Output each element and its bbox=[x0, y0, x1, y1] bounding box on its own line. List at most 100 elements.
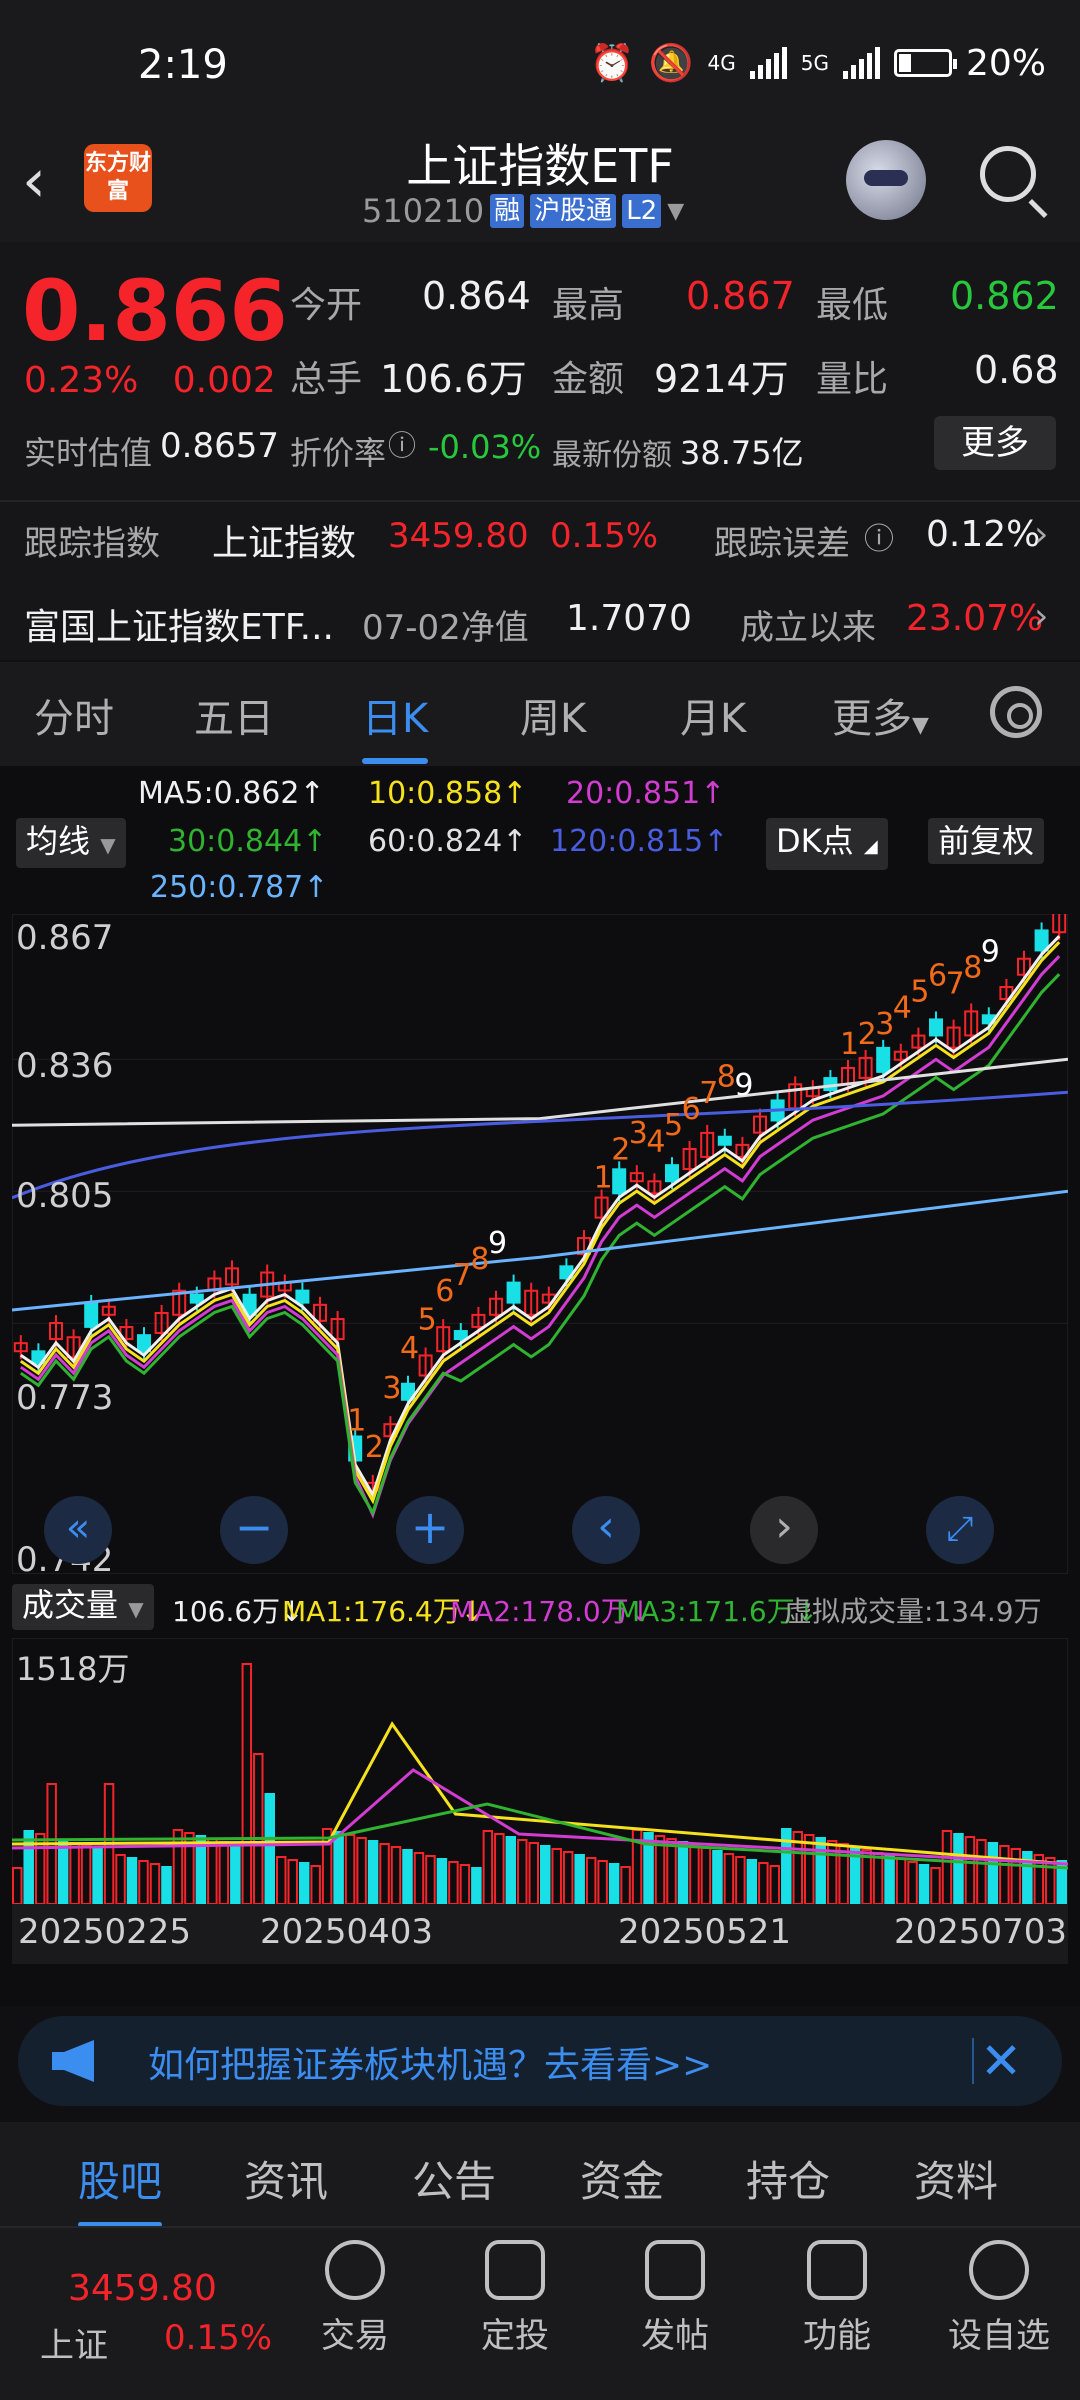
ma20-legend: 20:0.851↑ bbox=[566, 776, 726, 811]
kline-chart-area: MA5:0.862↑ 10:0.858↑ 20:0.851↑ 均线 ▼ 30:0… bbox=[0, 766, 1080, 2006]
tab-capital[interactable]: 资金 bbox=[580, 2148, 664, 2209]
scroll-to-start-button[interactable]: « bbox=[44, 1496, 112, 1564]
last-price: 0.866 bbox=[22, 262, 288, 360]
search-icon[interactable] bbox=[980, 146, 1036, 202]
volume-bar bbox=[746, 1859, 758, 1904]
indicator-selector[interactable]: 成交量 ▼ bbox=[12, 1584, 154, 1630]
volume-bar bbox=[230, 1844, 241, 1904]
trade-button[interactable]: 交易 bbox=[290, 2240, 420, 2357]
tab-daily-k[interactable]: 日K bbox=[362, 686, 429, 764]
open-label: 今开 bbox=[290, 285, 363, 326]
td-marker: 2 bbox=[611, 1132, 630, 1167]
tab-news[interactable]: 资讯 bbox=[244, 2148, 328, 2209]
volume-bar bbox=[367, 1840, 379, 1904]
invest-plan-label: 定投 bbox=[481, 2316, 549, 2356]
volume-bar bbox=[574, 1854, 585, 1904]
chevron-right-icon-2: › bbox=[1034, 596, 1049, 637]
candle-body bbox=[717, 1135, 732, 1146]
assistant-robot-icon[interactable] bbox=[846, 140, 926, 220]
tracking-index-name: 上证指数 bbox=[212, 523, 357, 564]
tab-five-day[interactable]: 五日 bbox=[194, 686, 274, 744]
nav-date-label: 07-02净值 bbox=[362, 608, 529, 648]
index-ticker-percent: 0.15% bbox=[164, 2318, 273, 2358]
adjust-button[interactable]: 前复权 bbox=[928, 818, 1045, 864]
zoom-out-button[interactable]: − bbox=[220, 1496, 288, 1564]
high-label: 最高 bbox=[552, 285, 625, 326]
td-marker: 6 bbox=[928, 958, 947, 993]
tab-monthly-k[interactable]: 月K bbox=[680, 686, 746, 744]
promo-banner[interactable]: 如何把握证券板块机遇？去看看>> ✕ bbox=[18, 2016, 1062, 2106]
banner-divider bbox=[972, 2038, 974, 2084]
dk-point-button[interactable]: DK点 ◢ bbox=[766, 818, 888, 870]
tab-holdings[interactable]: 持仓 bbox=[746, 2148, 830, 2209]
candle-body bbox=[1034, 929, 1049, 952]
volume-bar bbox=[23, 1830, 34, 1904]
fullscreen-button[interactable]: ⤢ bbox=[926, 1496, 994, 1564]
since-inception-value: 23.07% bbox=[906, 598, 1044, 639]
td-marker: 8 bbox=[963, 950, 982, 985]
add-watchlist-button[interactable]: 设自选 bbox=[934, 2240, 1064, 2357]
volume-bar bbox=[402, 1849, 413, 1904]
volume-bar bbox=[57, 1839, 69, 1904]
invest-plan-button[interactable]: 定投 bbox=[450, 2240, 580, 2357]
volume-chart[interactable] bbox=[12, 1638, 1068, 1904]
tab-more[interactable]: 更多▼ bbox=[832, 686, 929, 744]
status-bar: 2:19 ⏰ 🔕 4G 5G 20% bbox=[0, 0, 1080, 130]
volume-ratio-value: 0.68 bbox=[974, 348, 1059, 392]
tab-profile[interactable]: 资料 bbox=[914, 2148, 998, 2209]
low-label: 最低 bbox=[816, 285, 889, 326]
candle-body bbox=[506, 1281, 521, 1304]
candle-body bbox=[929, 1018, 943, 1037]
tracking-error-value: 0.12% bbox=[926, 514, 1041, 555]
iopv-value: 0.8657 bbox=[160, 426, 279, 466]
volume-bar bbox=[505, 1836, 517, 1904]
tab-announcements[interactable]: 公告 bbox=[412, 2148, 496, 2209]
security-code: 510210 bbox=[362, 192, 485, 230]
security-code-row[interactable]: 510210 融 沪股通 L2 ▼ bbox=[362, 192, 684, 230]
candle-body bbox=[189, 1293, 204, 1304]
post-button[interactable]: 发帖 bbox=[610, 2240, 740, 2357]
scroll-right-button[interactable]: › bbox=[750, 1496, 818, 1564]
discount-label: 折价率 bbox=[290, 434, 387, 472]
candle-body bbox=[295, 1289, 310, 1304]
price-tick-1: 0.867 bbox=[16, 918, 114, 958]
gear-icon[interactable] bbox=[990, 686, 1042, 738]
chevron-down-icon: ▼ bbox=[667, 198, 685, 224]
td-marker: 5 bbox=[910, 975, 929, 1010]
td-marker: 9 bbox=[981, 934, 1000, 969]
td-marker: 3 bbox=[382, 1371, 401, 1406]
volume-bar bbox=[712, 1850, 723, 1904]
volume-bar bbox=[161, 1866, 172, 1904]
help-icon[interactable]: ⓘ bbox=[864, 514, 894, 558]
date-axis: 20250225 20250403 20250521 20250703 bbox=[12, 1904, 1068, 1964]
tab-weekly-k[interactable]: 周K bbox=[520, 686, 586, 744]
functions-button[interactable]: 功能 bbox=[772, 2240, 902, 2357]
tab-intraday[interactable]: 分时 bbox=[34, 686, 114, 744]
index-ticker-value: 3459.80 bbox=[68, 2268, 217, 2309]
volume-bar bbox=[815, 1837, 826, 1904]
candle-body bbox=[84, 1301, 99, 1328]
ma10-legend: 10:0.858↑ bbox=[368, 776, 528, 811]
back-button[interactable]: ‹ bbox=[22, 146, 46, 216]
ma-selector[interactable]: 均线 ▼ bbox=[16, 818, 126, 868]
iopv-label: 实时估值 bbox=[24, 434, 153, 472]
functions-label: 功能 bbox=[803, 2316, 871, 2356]
td-marker: 8 bbox=[470, 1242, 489, 1277]
price-tick-3: 0.805 bbox=[16, 1176, 114, 1216]
close-icon[interactable]: ✕ bbox=[980, 2032, 1022, 2090]
zoom-in-button[interactable]: + bbox=[396, 1496, 464, 1564]
chart-icon bbox=[485, 2240, 545, 2300]
volume-bar bbox=[918, 1864, 930, 1904]
amount-value: 9214万 bbox=[654, 357, 789, 401]
info-icon[interactable]: ⓘ bbox=[388, 424, 416, 464]
corner-icon: ◢ bbox=[863, 836, 878, 857]
volume-bar bbox=[953, 1833, 964, 1904]
candlestick-chart[interactable]: 123456789123456789123456789 bbox=[12, 914, 1068, 1574]
signal-icon-2 bbox=[842, 47, 880, 79]
td-marker: 9 bbox=[734, 1068, 753, 1103]
more-button[interactable]: 更多 bbox=[934, 416, 1056, 470]
scroll-left-button[interactable]: ‹ bbox=[572, 1496, 640, 1564]
tab-forum[interactable]: 股吧 bbox=[78, 2148, 163, 2227]
candle-body bbox=[612, 1168, 627, 1195]
virtual-volume-legend: 虚拟成交量:134.9万 bbox=[784, 1595, 1042, 1628]
